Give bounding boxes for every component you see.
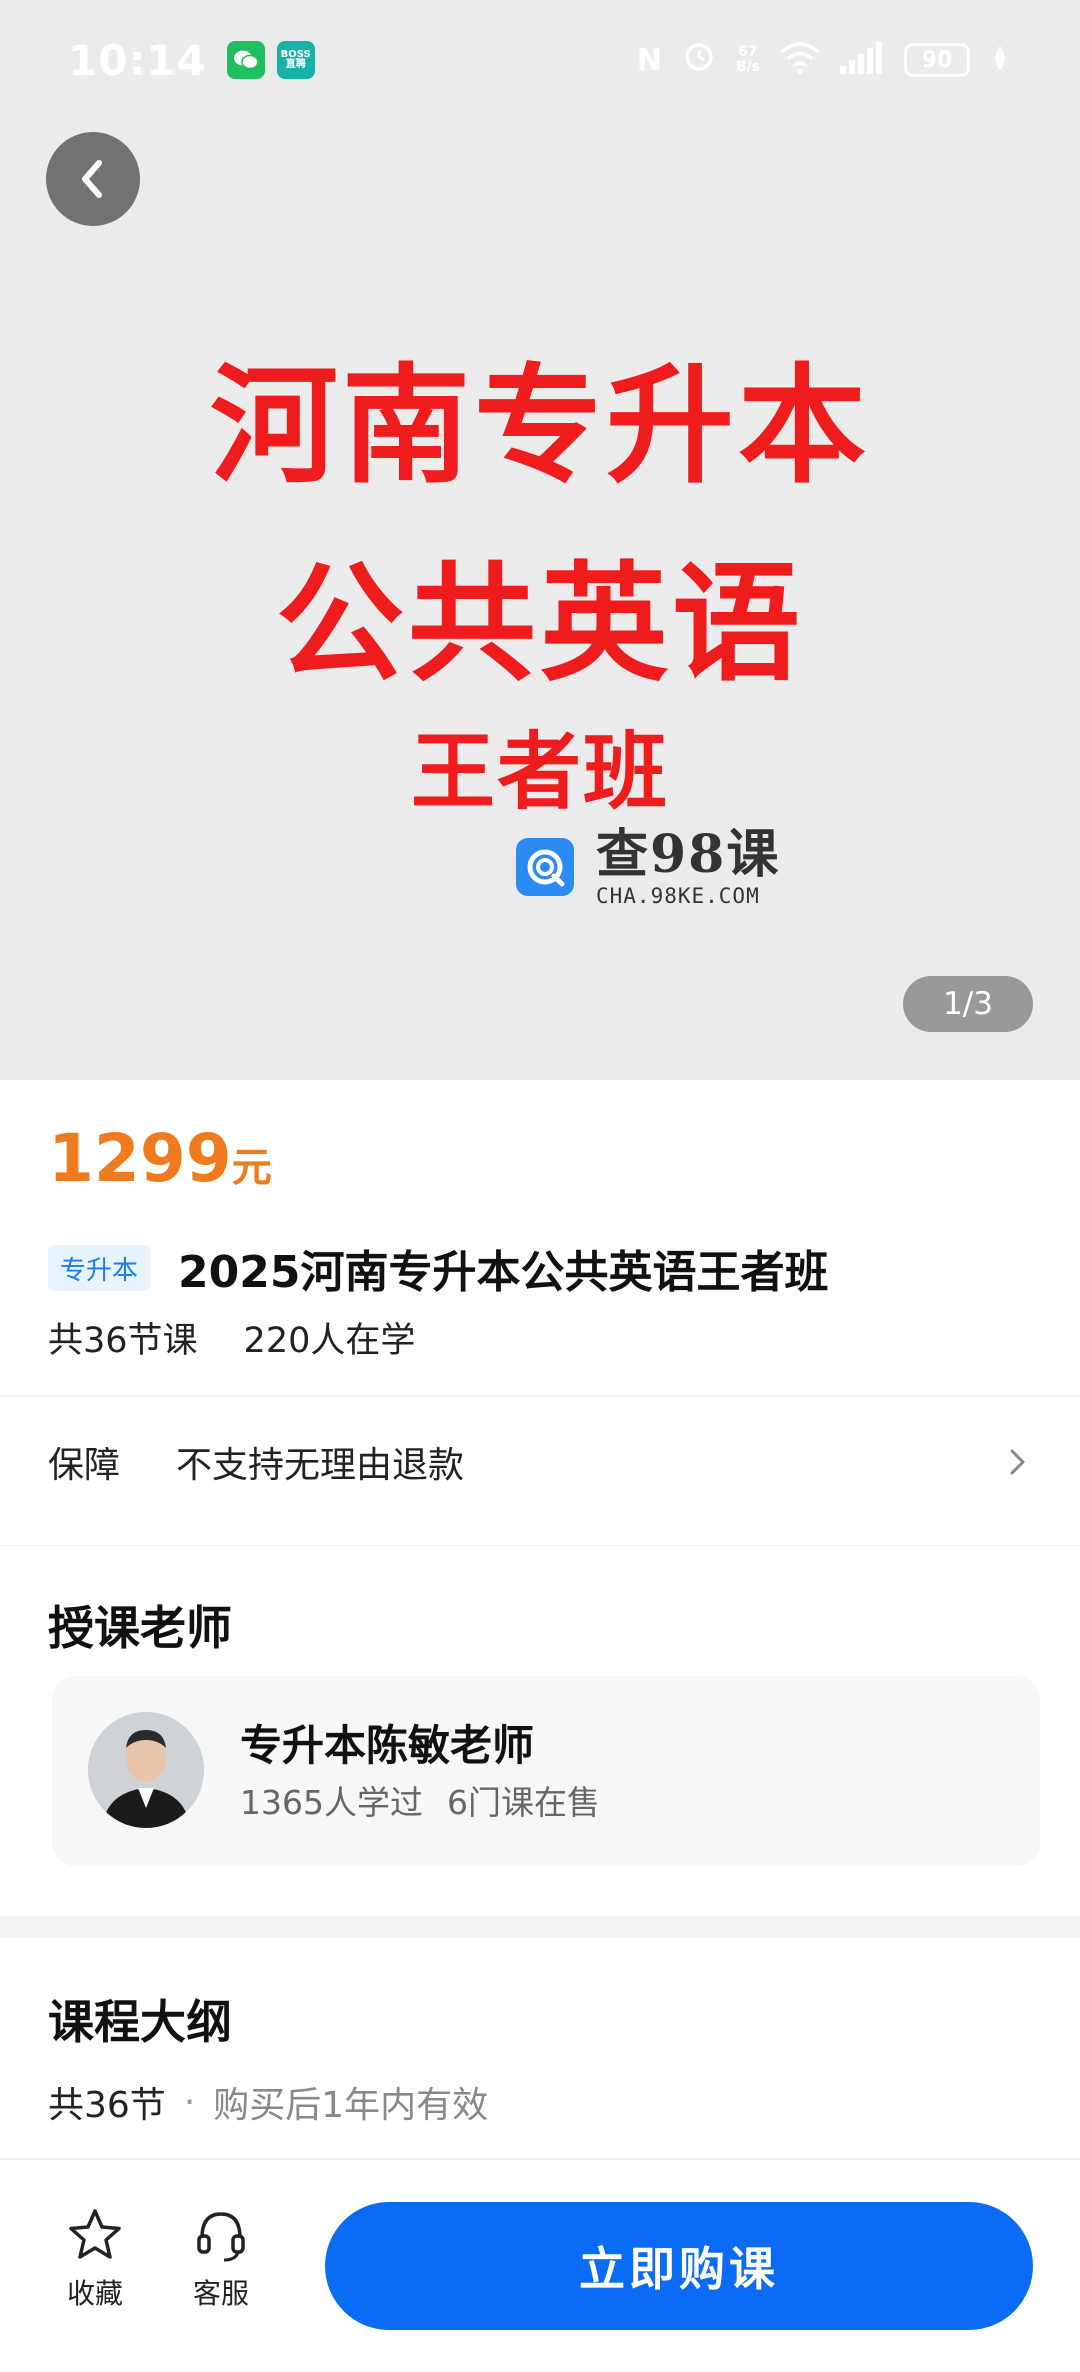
gallery-pager: 1/3 [903,976,1033,1032]
teacher-learner-count: 1365人学过 [240,1783,423,1822]
student-count: 220人在学 [243,1321,416,1361]
favorite-button[interactable]: 收藏 [50,2206,140,2312]
chevron-left-icon [82,160,102,198]
cover-brand: 查98课 CHA.98KE.COM [516,826,780,908]
wifi-icon [780,42,820,78]
battery-indicator: 90 [904,43,970,77]
price-unit: 元 [231,1145,272,1191]
teacher-name: 专升本陈敏老师 [240,1721,535,1770]
brand-domain: CHA.98KE.COM [596,884,760,908]
category-tag: 专升本 [48,1245,151,1291]
battery-saver-leaf-icon [990,44,1010,76]
cover-title-line1: 河南专升本 [209,352,870,501]
price: 1299元 [48,1120,272,1197]
customer-service-button[interactable]: 客服 [176,2206,266,2312]
separator-dot: · [183,2081,196,2123]
syllabus-meta: 共36节 · 购买后1年内有效 [48,2076,488,2128]
syllabus-count: 共36节 [48,2085,166,2126]
buy-now-button[interactable]: 立即购课 [325,2202,1033,2330]
teacher-avatar[interactable] [88,1712,204,1828]
network-speed: 67 B/s [735,44,760,75]
cover-title-line3: 王者班 [410,723,669,821]
nfc-icon: N [636,42,662,78]
signal-icon [840,42,884,78]
boss-notification-icon: BOSS 直聘 [276,41,315,79]
status-bar: 10:14 BOSS 直聘 N 67 B/s 90 [0,0,1080,120]
headset-icon [197,2212,245,2262]
customer-service-label: 客服 [192,2277,249,2310]
brand-name: 查98课 [596,824,781,885]
brand-logo-icon [516,838,574,896]
guarantee-value: 不支持无理由退款 [176,1445,465,1486]
status-right: N 67 B/s 90 [637,39,1010,81]
teacher-course-count: 6门课在售 [446,1783,600,1822]
star-icon [69,2209,121,2259]
status-time: 10:14 [68,35,207,85]
brand-text: 查98课 CHA.98KE.COM [596,824,781,909]
status-left: 10:14 BOSS 直聘 [68,36,315,85]
chevron-right-icon [1010,1449,1025,1475]
wechat-notification-icon [226,41,265,79]
course-cover-gallery[interactable]: 10:14 BOSS 直聘 N 67 B/s 90 河南专升本 公共英语 王者班… [0,0,1080,1080]
favorite-label: 收藏 [66,2277,123,2310]
validity-text: 购买后1年内有效 [213,2085,489,2126]
course-title-row: 专升本 2025河南专升本公共英语王者班 [48,1236,828,1300]
back-button[interactable] [46,132,140,226]
lesson-count: 共36节课 [48,1321,198,1361]
guarantee-row[interactable]: 保障 不支持无理由退款 [0,1397,1080,1527]
guarantee-label: 保障 [48,1445,121,1486]
course-meta: 共36节课 220人在学 [48,1312,415,1363]
teacher-meta: 1365人学过 6门课在售 [240,1776,600,1824]
alarm-icon [682,39,716,81]
course-title: 2025河南专升本公共英语王者班 [178,1247,829,1298]
cover-title-line2: 公共英语 [275,550,804,699]
syllabus-section-title: 课程大纲 [48,1995,232,2049]
price-amount: 1299 [48,1120,232,1197]
course-detail-page: 10:14 BOSS 直聘 N 67 B/s 90 河南专升本 公共英语 王者班… [0,0,1080,2372]
teacher-section-title: 授课老师 [48,1601,232,1655]
